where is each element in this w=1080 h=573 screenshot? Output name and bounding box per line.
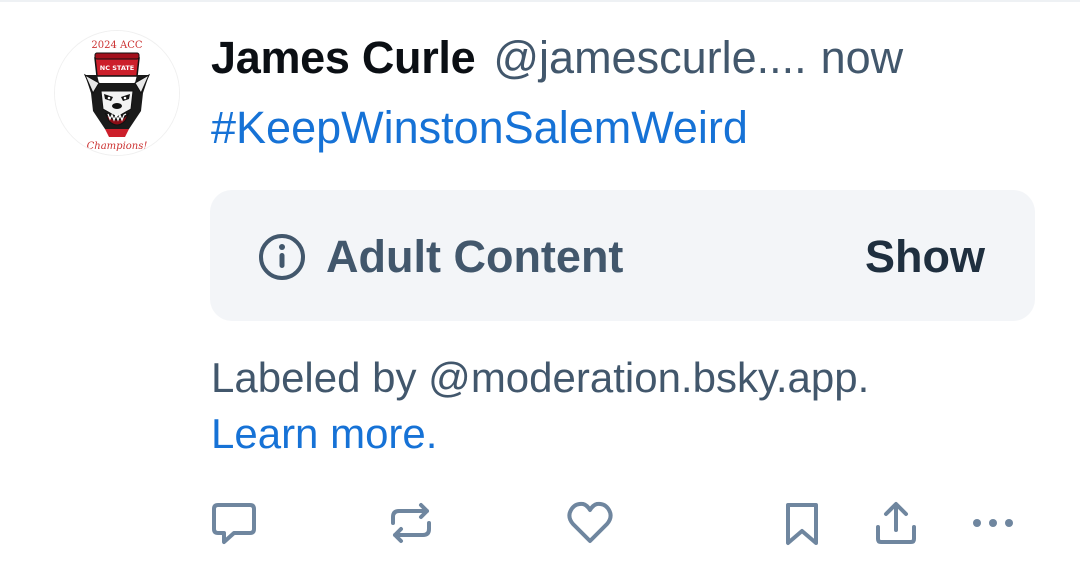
author-handle[interactable]: @jamescurle.... bbox=[493, 32, 806, 84]
divider bbox=[0, 0, 1080, 2]
show-button[interactable]: Show bbox=[865, 231, 985, 283]
feed-post[interactable]: 2024 ACC NC STATE Champions! James Curle… bbox=[0, 0, 1080, 573]
like-button[interactable] bbox=[564, 497, 616, 549]
post-timestamp[interactable]: now bbox=[821, 32, 904, 84]
bookmark-button[interactable] bbox=[776, 497, 828, 549]
nc-state-wolf-avatar: 2024 ACC NC STATE Champions! bbox=[55, 31, 179, 155]
content-warning-label: Adult Content bbox=[326, 231, 624, 282]
repost-icon bbox=[391, 503, 431, 543]
more-options-icon bbox=[973, 519, 1013, 527]
bookmark-icon bbox=[786, 503, 818, 545]
more-options-button[interactable] bbox=[967, 497, 1019, 549]
share-icon bbox=[876, 502, 916, 544]
author-display-name[interactable]: James Curle bbox=[211, 32, 476, 84]
avatar-top-text: 2024 ACC bbox=[91, 40, 143, 51]
avatar-bottom-text: Champions! bbox=[87, 141, 148, 152]
avatar-cap-text: NC STATE bbox=[100, 64, 134, 72]
hashtag-link[interactable]: #KeepWinstonSalemWeird bbox=[211, 102, 748, 154]
repost-button[interactable] bbox=[385, 497, 437, 549]
info-icon bbox=[259, 234, 305, 280]
heart-icon bbox=[567, 501, 613, 543]
post-header: James Curle @jamescurle.... now bbox=[211, 32, 1041, 92]
moderation-label-text: Labeled by @moderation.bsky.app. bbox=[211, 354, 870, 401]
reply-button[interactable] bbox=[208, 497, 260, 549]
share-button[interactable] bbox=[870, 497, 922, 549]
reply-icon bbox=[212, 503, 256, 544]
content-warning[interactable]: Adult Content Show bbox=[210, 190, 1035, 321]
avatar[interactable]: 2024 ACC NC STATE Champions! bbox=[54, 30, 180, 156]
learn-more-link[interactable]: Learn more. bbox=[211, 406, 437, 462]
